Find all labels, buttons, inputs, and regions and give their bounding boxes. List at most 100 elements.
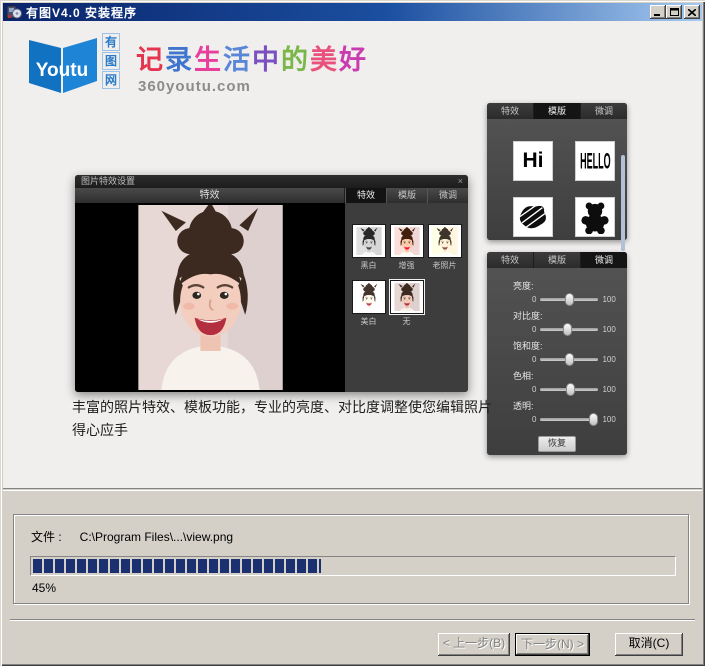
templates-tab-bar: 特效模版微调 xyxy=(487,103,627,119)
effect-thumb[interactable]: 美白 xyxy=(352,281,386,327)
app-icon xyxy=(6,4,22,20)
seal-char: 网 xyxy=(102,71,120,89)
template-text: Hi xyxy=(523,149,544,173)
effect-thumb[interactable]: 增强 xyxy=(390,225,424,271)
panel-tab[interactable]: 模版 xyxy=(386,188,427,203)
close-icon xyxy=(688,9,696,16)
slider-max: 100 xyxy=(602,325,615,334)
slogan-char: 好 xyxy=(339,45,368,76)
svg-text:Youtu: Youtu xyxy=(36,60,88,81)
title-bar: 有图V4.0 安装程序 xyxy=(3,3,702,21)
slider-row: 0 100 xyxy=(532,382,627,396)
screenshot-effects-dialog: 图片特效设置 × 特效 特效模版微调 黑白增强老照片美白无 xyxy=(75,175,468,392)
effect-thumb-label: 黑白 xyxy=(352,260,386,271)
slider-label: 色相: xyxy=(513,370,627,382)
slider-track[interactable] xyxy=(540,358,598,361)
template-thumb-hello[interactable]: HELLO xyxy=(575,141,615,181)
slider-thumb[interactable] xyxy=(589,413,598,426)
slider-thumb[interactable] xyxy=(565,353,574,366)
slider-min: 0 xyxy=(532,295,536,304)
slogan-text: 记录生活中的美好 xyxy=(136,38,368,77)
scrollbar-thumb[interactable] xyxy=(621,155,625,251)
back-button[interactable]: < 上一步(B) xyxy=(438,633,510,656)
slider-min: 0 xyxy=(532,385,536,394)
panel-tab[interactable]: 特效 xyxy=(487,252,534,268)
dialog-body: 黑白增强老照片美白无 xyxy=(75,203,468,392)
effects-grid: 黑白增强老照片美白无 xyxy=(345,225,468,327)
cancel-button[interactable]: 取消(C) xyxy=(615,633,683,656)
effect-thumb-image xyxy=(353,281,385,313)
slider-max: 100 xyxy=(602,415,615,424)
template-thumb-hi[interactable]: Hi xyxy=(513,141,553,181)
panel-tab[interactable]: 特效 xyxy=(345,188,386,203)
slider-thumb[interactable] xyxy=(563,323,572,336)
bear-icon xyxy=(578,200,612,234)
effect-thumb[interactable]: 无 xyxy=(390,281,424,327)
slider-max: 100 xyxy=(602,295,615,304)
template-text: HELLO xyxy=(580,148,611,174)
window-title: 有图V4.0 安装程序 xyxy=(26,4,650,21)
dialog-title-bar: 图片特效设置 × xyxy=(75,175,468,188)
effects-panel: 黑白增强老照片美白无 xyxy=(345,203,468,392)
close-button[interactable] xyxy=(684,5,700,19)
adjust-panel: 特效模版微调 亮度:0100对比度:0100饱和度:0100色相:0100透明:… xyxy=(487,252,627,455)
effect-thumb-image xyxy=(391,281,423,313)
template-thumb-scribble[interactable] xyxy=(513,197,553,237)
slider-thumb[interactable] xyxy=(566,383,575,396)
slogan-char: 中 xyxy=(252,45,281,76)
templates-panel: 特效模版微调 Hi HELLO xyxy=(487,103,627,240)
slider-track[interactable] xyxy=(540,298,598,301)
template-thumb-bear[interactable] xyxy=(575,197,615,237)
maximize-icon xyxy=(670,8,679,16)
slider-thumb[interactable] xyxy=(565,293,574,306)
panel-tab[interactable]: 模版 xyxy=(534,103,581,119)
progress-percent: 45% xyxy=(32,581,688,595)
slider-min: 0 xyxy=(532,355,536,364)
file-line: 文件 :C:\Program Files\...\view.png xyxy=(31,528,688,545)
seal-char: 有 xyxy=(102,33,120,51)
installer-window: 有图V4.0 安装程序 Youtu 有 图 网 记录生活中的美好 360yo xyxy=(0,0,705,666)
slider-min: 0 xyxy=(532,325,536,334)
slider-label: 对比度: xyxy=(513,310,627,322)
slider-group: 透明:0100 xyxy=(487,400,627,426)
slider-label: 亮度: xyxy=(513,280,627,292)
panel-tab[interactable]: 特效 xyxy=(487,103,534,119)
slogan-char: 录 xyxy=(165,45,194,76)
slider-row: 0100 xyxy=(532,412,627,426)
slider-max: 100 xyxy=(602,385,615,394)
scribble-icon xyxy=(516,200,550,234)
panel-tab[interactable]: 微调 xyxy=(581,252,627,268)
slider-label: 饱和度: xyxy=(513,340,627,352)
maximize-button[interactable] xyxy=(666,5,682,19)
minimize-button[interactable] xyxy=(650,5,666,19)
dialog-tab-bar: 特效 特效模版微调 xyxy=(75,188,468,203)
installer-footer: 文件 :C:\Program Files\...\view.png 45% < … xyxy=(3,490,702,663)
effect-thumb[interactable]: 黑白 xyxy=(352,225,386,271)
reset-button[interactable]: 恢复 xyxy=(538,436,576,452)
content-area: Youtu 有 图 网 记录生活中的美好 360youtu.com 图片特效设置… xyxy=(3,21,702,489)
seal-stamp: 有 图 网 xyxy=(102,33,120,90)
progress-groupbox: 文件 :C:\Program Files\...\view.png 45% xyxy=(13,514,689,604)
minimize-icon xyxy=(654,9,662,16)
slogan-char: 的 xyxy=(281,45,310,76)
slider-max: 100 xyxy=(602,355,615,364)
effect-thumb[interactable]: 老照片 xyxy=(428,225,462,271)
slider-row: 0 100 xyxy=(532,292,627,306)
next-button[interactable]: 下一步(N) > xyxy=(515,633,590,656)
panel-tab[interactable]: 微调 xyxy=(581,103,627,119)
file-label: 文件 : xyxy=(31,530,62,544)
domain-text: 360youtu.com xyxy=(138,78,251,95)
adjust-body: 亮度:0100对比度:0100饱和度:0100色相:0100透明:0100 恢复 xyxy=(487,268,627,455)
dialog-close-icon[interactable]: × xyxy=(458,175,463,188)
templates-grid: Hi HELLO xyxy=(487,119,627,237)
slider-track[interactable] xyxy=(540,328,598,331)
slider-row: 0 100 xyxy=(532,322,627,336)
slogan-char: 生 xyxy=(194,45,223,76)
slider-group: 色相: 0 100 xyxy=(487,370,627,396)
panel-tab[interactable]: 微调 xyxy=(427,188,468,203)
slogan-char: 活 xyxy=(223,45,252,76)
photo-preview xyxy=(75,203,345,392)
panel-tab[interactable]: 模版 xyxy=(534,252,581,268)
slider-track[interactable] xyxy=(540,388,598,391)
slider-track[interactable] xyxy=(540,418,598,421)
